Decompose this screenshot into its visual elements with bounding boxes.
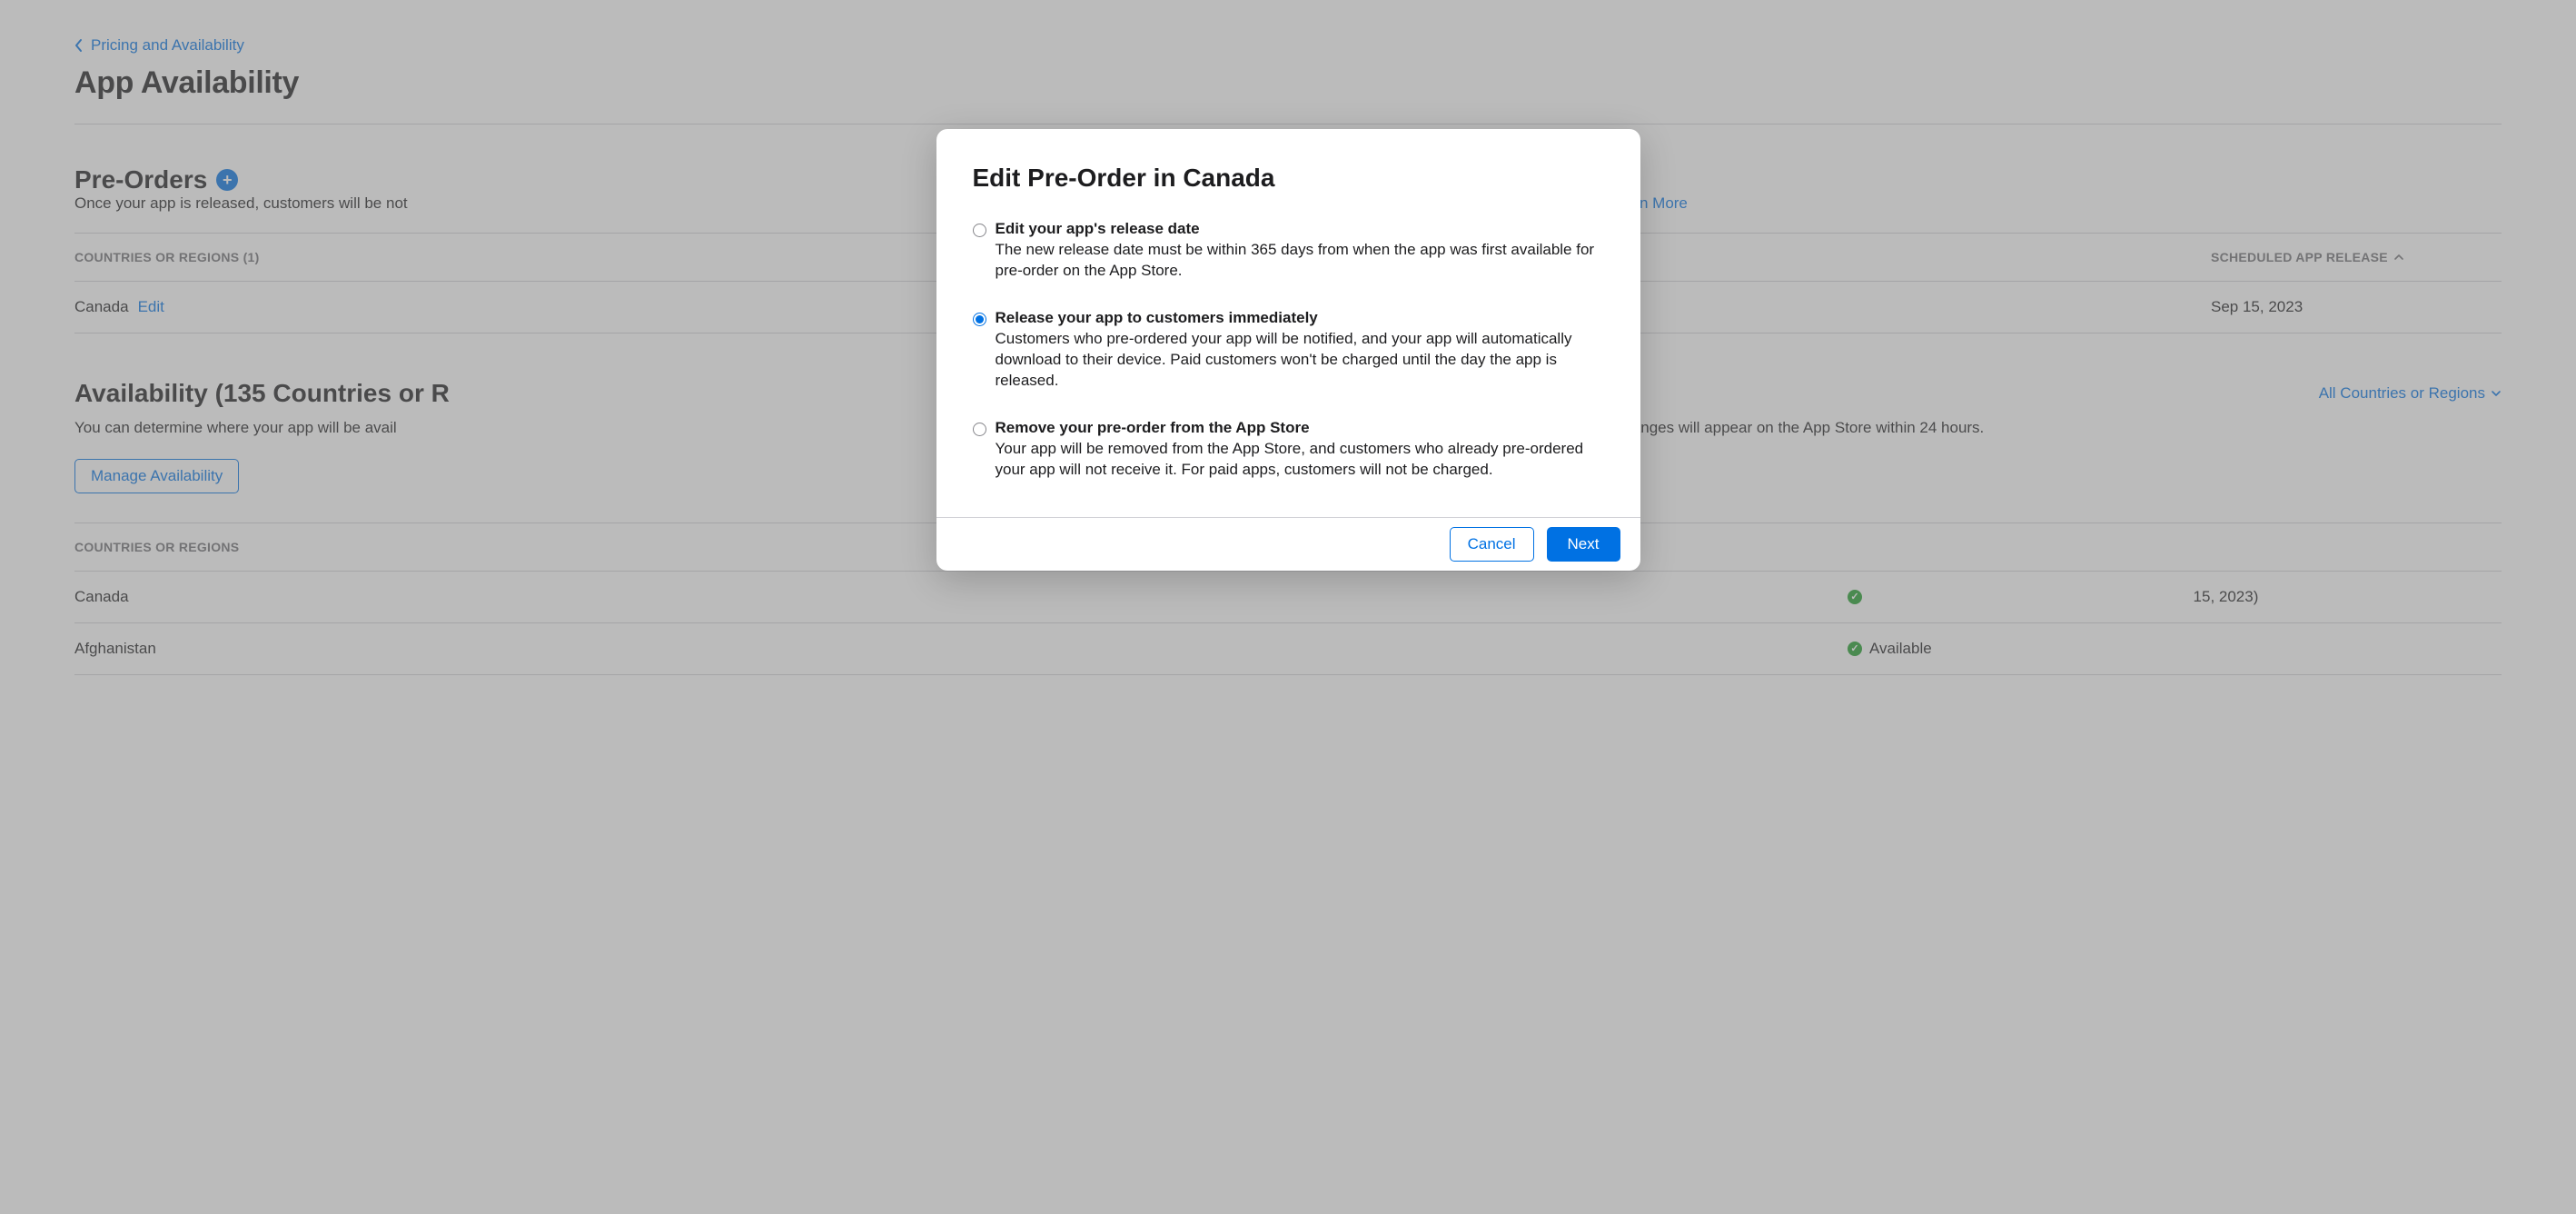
radio-label: Edit your app's release date <box>996 220 1604 238</box>
radio-description: Customers who pre-ordered your app will … <box>996 330 1572 389</box>
radio-option-edit-date[interactable]: Edit your app's release date The new rel… <box>973 220 1604 282</box>
radio-description: The new release date must be within 365 … <box>996 241 1595 279</box>
edit-pre-order-modal: Edit Pre-Order in Canada Edit your app's… <box>936 129 1640 571</box>
radio-icon[interactable] <box>973 224 986 237</box>
radio-option-remove[interactable]: Remove your pre-order from the App Store… <box>973 419 1604 481</box>
cancel-button[interactable]: Cancel <box>1450 527 1534 562</box>
radio-label: Release your app to customers immediatel… <box>996 309 1604 327</box>
radio-option-release-now[interactable]: Release your app to customers immediatel… <box>973 309 1604 392</box>
modal-footer: Cancel Next <box>936 517 1640 571</box>
radio-icon[interactable] <box>973 423 986 436</box>
modal-title: Edit Pre-Order in Canada <box>973 164 1604 193</box>
radio-label: Remove your pre-order from the App Store <box>996 419 1604 437</box>
radio-description: Your app will be removed from the App St… <box>996 440 1584 478</box>
next-button[interactable]: Next <box>1547 527 1620 562</box>
modal-radio-group: Edit your app's release date The new rel… <box>973 220 1604 481</box>
modal-overlay[interactable]: Edit Pre-Order in Canada Edit your app's… <box>0 0 2576 1214</box>
radio-icon[interactable] <box>973 313 986 326</box>
